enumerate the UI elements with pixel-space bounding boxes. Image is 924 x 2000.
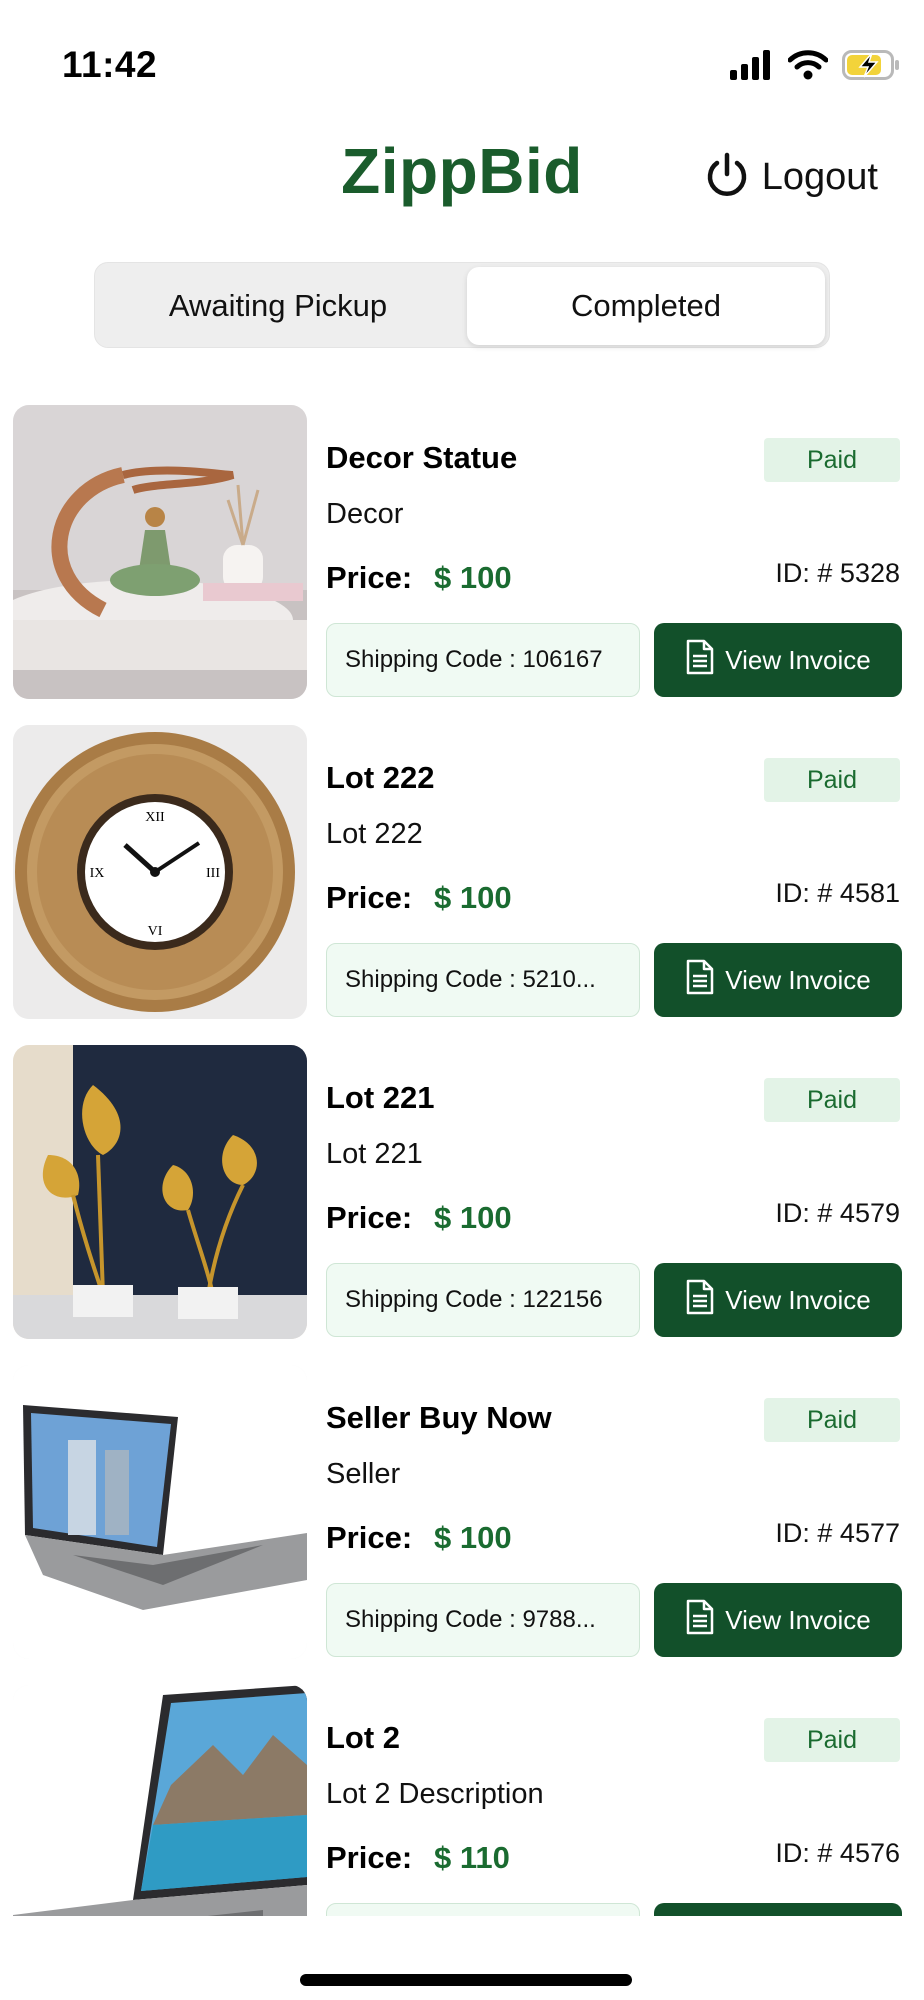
power-icon xyxy=(704,152,750,203)
shipping-code: Shipping Code : 122156 xyxy=(326,1263,640,1337)
lot-id: ID: # 4581 xyxy=(775,878,900,908)
order-card: Seller Buy Now Paid Seller Price: $ 100 … xyxy=(0,1360,924,1680)
order-title: Lot 2 xyxy=(326,1720,401,1755)
order-title: Lot 221 xyxy=(326,1080,435,1115)
document-icon xyxy=(685,639,715,682)
svg-text:III: III xyxy=(206,866,220,881)
view-invoice-button[interactable]: View Invoice xyxy=(654,1583,902,1657)
order-subtitle: Lot 222 xyxy=(326,818,423,850)
document-icon xyxy=(685,1279,715,1322)
document-icon xyxy=(685,959,715,1002)
view-invoice-label: View Invoice xyxy=(725,644,871,675)
price-value: $ 100 xyxy=(434,1200,512,1235)
price-label: Price: xyxy=(326,1520,413,1555)
document-icon xyxy=(685,1599,715,1642)
paid-badge: Paid xyxy=(764,438,900,482)
tab-awaiting-pickup[interactable]: Awaiting Pickup xyxy=(99,267,457,345)
view-invoice-label: View Invoice xyxy=(725,1604,871,1635)
signal-icon xyxy=(730,50,774,85)
order-list[interactable]: Decor Statue Paid Decor Price: $ 100 ID:… xyxy=(0,400,924,1916)
status-bar: 11:42 xyxy=(0,0,924,120)
logout-label: Logout xyxy=(761,156,878,198)
lot-id: ID: # 4577 xyxy=(775,1518,900,1548)
lot-id: ID: # 4576 xyxy=(775,1838,900,1868)
price-value: $ 100 xyxy=(434,1520,512,1555)
view-invoice-label: View Invoice xyxy=(725,964,871,995)
app-screen: 11:42 ZippBid Logout Awaiting Pickup Com… xyxy=(0,0,924,2000)
bottom-safe-area xyxy=(0,1916,924,2000)
price-value: $ 100 xyxy=(434,880,512,915)
gold-leaf-sculpture-image xyxy=(13,1045,307,1339)
shipping-code: Shipping Code : 106167 xyxy=(326,623,640,697)
order-card: Decor Statue Paid Decor Price: $ 100 ID:… xyxy=(0,400,924,720)
view-invoice-label: View Invoice xyxy=(725,1284,871,1315)
order-card: Lot 221 Paid Lot 221 Price: $ 100 ID: # … xyxy=(0,1040,924,1360)
laptop-lake-image xyxy=(13,1685,307,1916)
price-value: $ 100 xyxy=(434,560,512,595)
price-label: Price: xyxy=(326,560,413,595)
order-subtitle: Decor xyxy=(326,498,404,530)
price-label: Price: xyxy=(326,1840,413,1875)
paid-badge: Paid xyxy=(764,1078,900,1122)
tab-completed[interactable]: Completed xyxy=(467,267,825,345)
laptop-image xyxy=(13,1365,307,1659)
svg-text:IX: IX xyxy=(90,866,105,881)
wifi-icon xyxy=(787,50,829,85)
shipping-code xyxy=(326,1903,640,1916)
price-label: Price: xyxy=(326,1200,413,1235)
logout-button[interactable]: Logout xyxy=(704,152,878,203)
order-title: Seller Buy Now xyxy=(326,1400,552,1435)
order-card: XII VI IX III Lot 222 Paid Lot 222 Price… xyxy=(0,720,924,1040)
shipping-code: Shipping Code : 9788... xyxy=(326,1583,640,1657)
view-invoice-button[interactable]: View Invoice xyxy=(654,1263,902,1337)
shipping-code: Shipping Code : 5210... xyxy=(326,943,640,1017)
order-subtitle: Lot 2 Description xyxy=(326,1778,544,1810)
price-label: Price: xyxy=(326,880,413,915)
home-indicator xyxy=(300,1974,632,1986)
view-invoice-button[interactable]: View Invoice xyxy=(654,943,902,1017)
status-time: 11:42 xyxy=(62,44,158,85)
paid-badge: Paid xyxy=(764,758,900,802)
view-invoice-button[interactable] xyxy=(654,1903,902,1916)
decor-statue-image xyxy=(13,405,307,699)
lot-id: ID: # 5328 xyxy=(775,558,900,588)
price-value: $ 110 xyxy=(434,1840,510,1875)
paid-badge: Paid xyxy=(764,1718,900,1762)
order-card: Lot 2 Paid Lot 2 Description Price: $ 11… xyxy=(0,1680,924,1916)
status-icons xyxy=(730,50,900,85)
app-header: ZippBid Logout xyxy=(0,130,924,230)
lot-id: ID: # 4579 xyxy=(775,1198,900,1228)
wall-clock-image: XII VI IX III xyxy=(13,725,307,1019)
order-subtitle: Seller xyxy=(326,1458,401,1490)
order-title: Decor Statue xyxy=(326,440,518,475)
order-subtitle: Lot 221 xyxy=(326,1138,423,1170)
view-invoice-button[interactable]: View Invoice xyxy=(654,623,902,697)
order-title: Lot 222 xyxy=(326,760,435,795)
svg-text:VI: VI xyxy=(148,924,163,939)
svg-text:XII: XII xyxy=(145,810,165,825)
paid-badge: Paid xyxy=(764,1398,900,1442)
battery-charging-icon xyxy=(842,50,900,85)
status-tabs: Awaiting Pickup Completed xyxy=(94,262,830,348)
